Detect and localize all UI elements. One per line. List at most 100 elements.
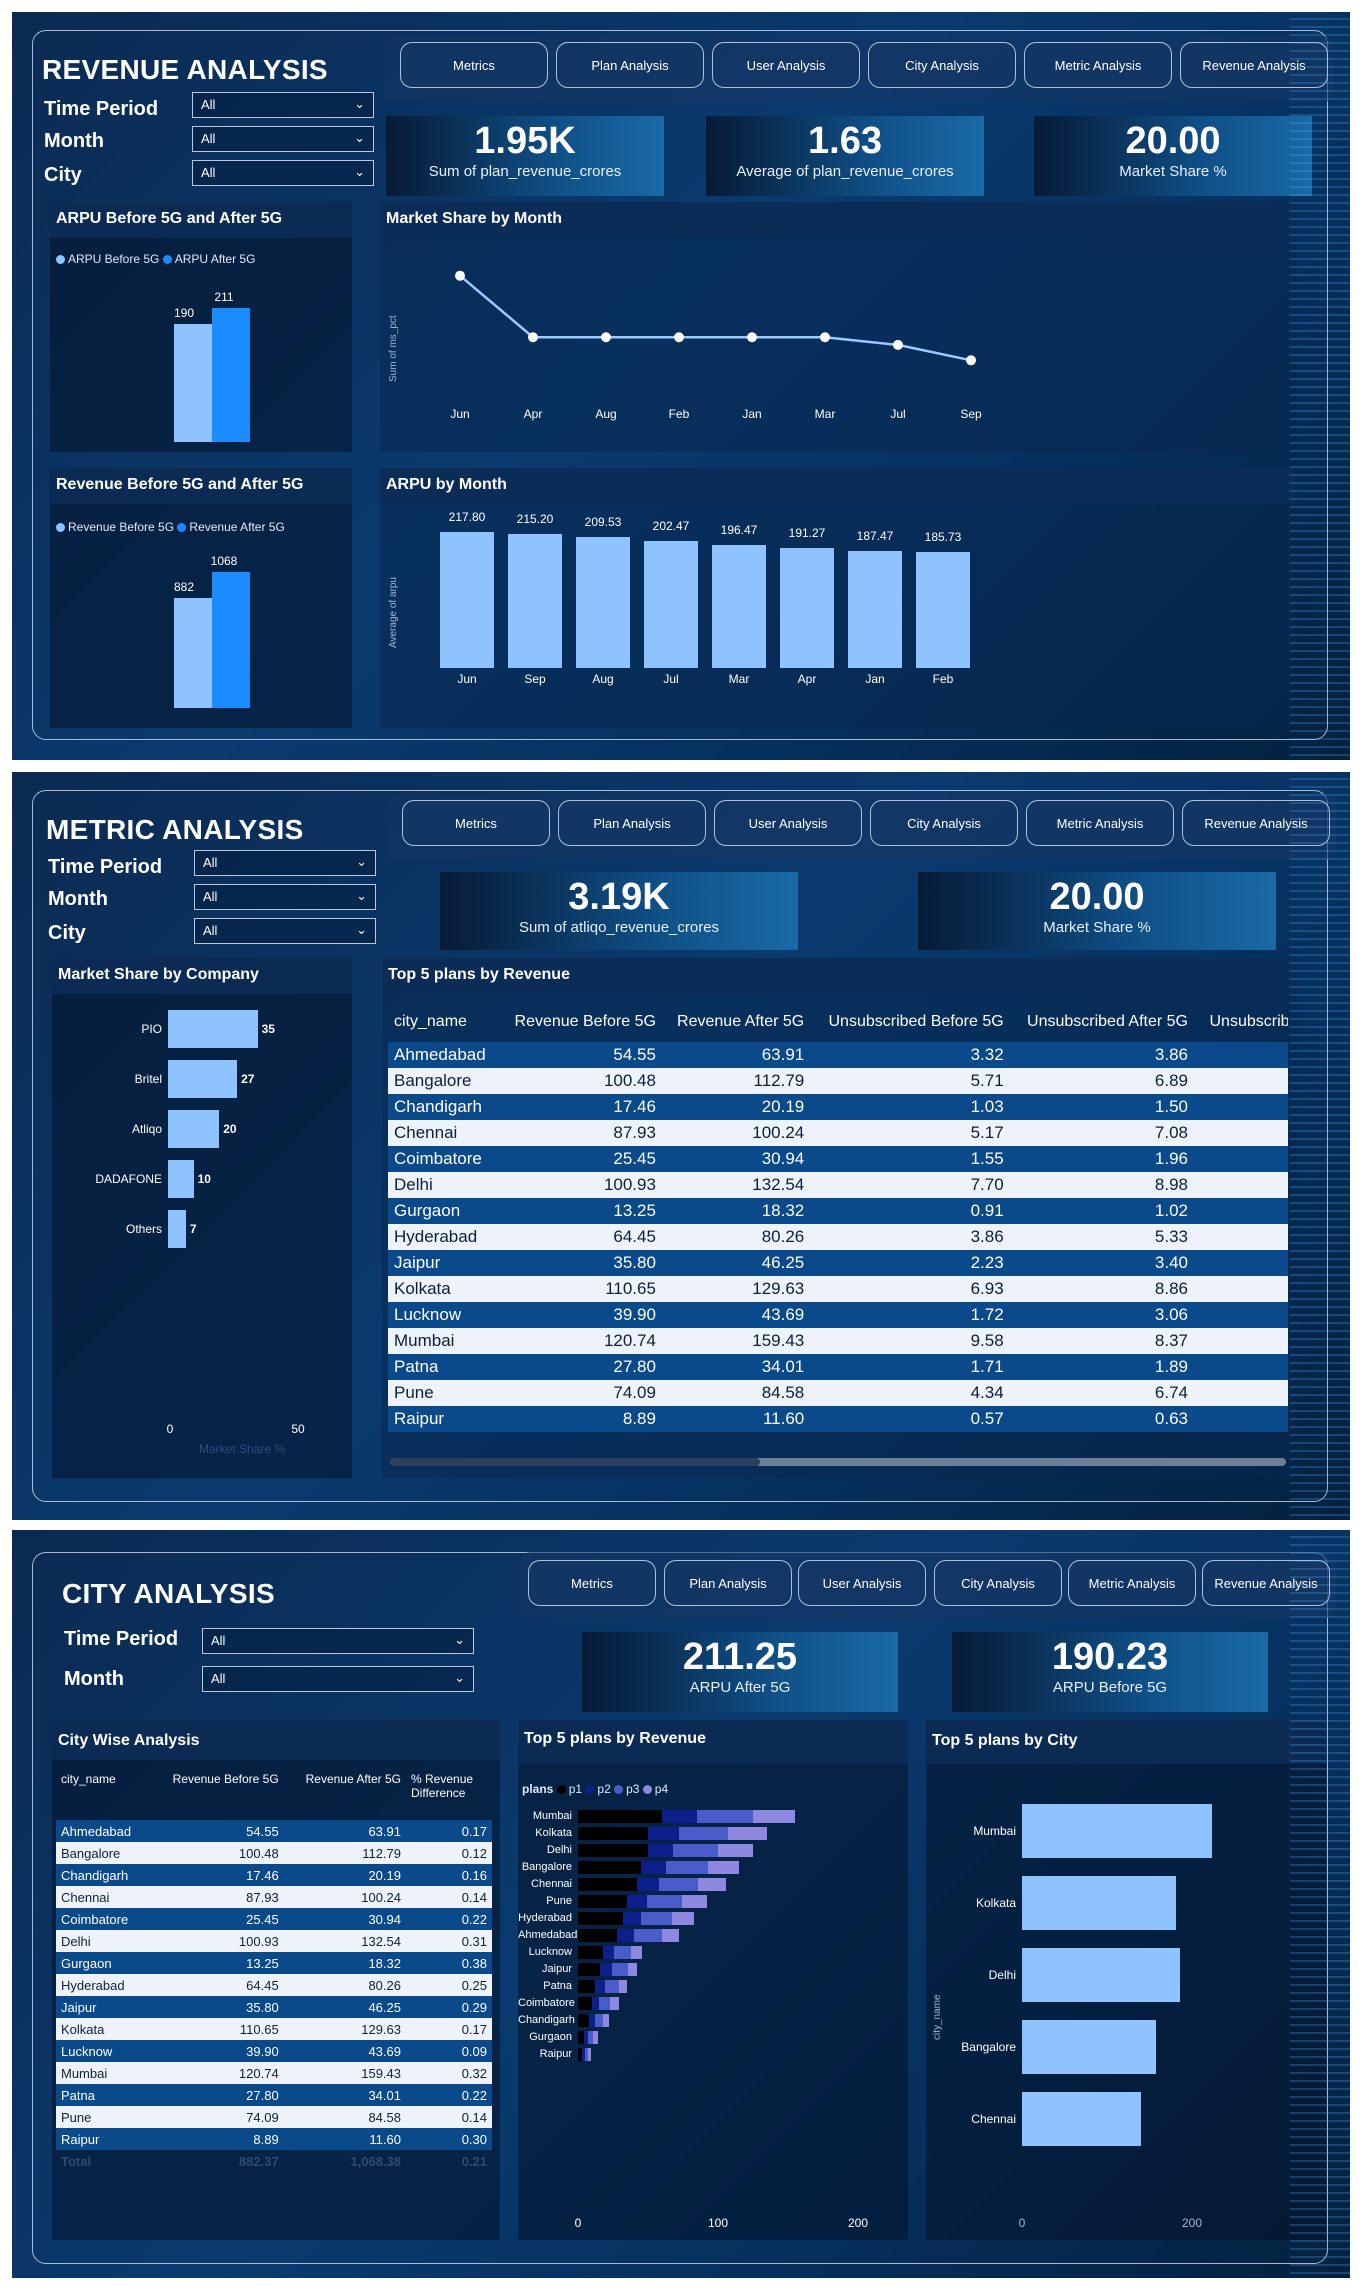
city-dropdown[interactable]: All ⌄ [192, 160, 374, 186]
bar-segment-p2[interactable] [627, 1895, 647, 1908]
nav-city-analysis[interactable]: City Analysis [868, 42, 1016, 88]
table-row[interactable]: Hyderabad 64.45 80.26 3.86 5.33 [388, 1224, 1288, 1250]
bar-segment-p2[interactable] [603, 1946, 615, 1959]
bar-segment-p1[interactable] [578, 1844, 648, 1857]
bar-segment-p4[interactable] [587, 2048, 591, 2061]
table-row[interactable]: Bangalore 100.48 112.79 0.12 [56, 1842, 492, 1864]
table-row[interactable]: Kolkata 110.65 129.63 0.17 [56, 2018, 492, 2040]
bar-segment-p1[interactable] [578, 1861, 641, 1874]
bar[interactable] [1022, 2092, 1142, 2146]
table-row[interactable]: Raipur 8.89 11.60 0.30 [56, 2128, 492, 2150]
column-header[interactable]: Revenue Before 5G [498, 1002, 661, 1042]
bar[interactable] [1022, 1948, 1180, 2002]
time-period-dropdown[interactable]: All ⌄ [202, 1628, 474, 1654]
table-row[interactable]: Jaipur 35.80 46.25 2.23 3.40 [388, 1250, 1288, 1276]
scrollbar-thumb[interactable] [390, 1458, 760, 1466]
data-point[interactable] [893, 339, 903, 350]
table-row[interactable]: Ahmedabad 54.55 63.91 0.17 [56, 1820, 492, 1842]
bar[interactable] [780, 548, 834, 668]
nav-user-analysis[interactable]: User Analysis [798, 1560, 926, 1606]
month-dropdown[interactable]: All ⌄ [194, 884, 376, 910]
table-row[interactable]: Patna 27.80 34.01 0.22 [56, 2084, 492, 2106]
table-row[interactable]: Chandigarh 17.46 20.19 1.03 1.50 [388, 1094, 1288, 1120]
bar-segment-p3[interactable] [678, 1827, 728, 1840]
bar[interactable] [168, 1160, 194, 1198]
bar-segment-p4[interactable] [681, 1895, 707, 1908]
bar-segment-p2[interactable] [594, 1980, 605, 1993]
bar-segment-p1[interactable] [578, 1980, 595, 1993]
bar-segment-p4[interactable] [698, 1878, 727, 1891]
bar-segment-p3[interactable] [641, 1912, 672, 1925]
bar-segment-p3[interactable] [666, 1861, 709, 1874]
bar-segment-p2[interactable] [617, 1929, 634, 1942]
nav-plan-analysis[interactable]: Plan Analysis [556, 42, 704, 88]
column-header[interactable]: city_name [388, 1002, 498, 1042]
bar-segment-p1[interactable] [578, 1963, 601, 1976]
bar-segment-p4[interactable] [631, 1946, 643, 1959]
nav-metrics[interactable]: Metrics [528, 1560, 656, 1606]
column-header[interactable]: Revenue After 5G [284, 1772, 406, 1820]
nav-user-analysis[interactable]: User Analysis [714, 800, 862, 846]
nav-city-analysis[interactable]: City Analysis [870, 800, 1018, 846]
column-header[interactable]: % Revenue Difference [406, 1772, 492, 1820]
bar-segment-p4[interactable] [610, 1997, 619, 2010]
bar-segment-p2[interactable] [662, 1810, 697, 1823]
month-dropdown[interactable]: All ⌄ [202, 1666, 474, 1692]
bar-segment-p2[interactable] [592, 1997, 599, 2010]
nav-metric-analysis[interactable]: Metric Analysis [1026, 800, 1174, 846]
table-row[interactable]: Pune 74.09 84.58 4.34 6.74 [388, 1380, 1288, 1406]
bar-segment-p3[interactable] [646, 1895, 682, 1908]
nav-revenue-analysis[interactable]: Revenue Analysis [1202, 1560, 1330, 1606]
bar[interactable] [576, 537, 630, 668]
bar-segment-p4[interactable] [603, 2014, 609, 2027]
bar-segment-p4[interactable] [662, 1929, 679, 1942]
column-header[interactable]: city_name [56, 1772, 149, 1820]
bar-segment-p4[interactable] [718, 1844, 753, 1857]
bar-segment-p1[interactable] [578, 1810, 662, 1823]
bar-segment-p4[interactable] [618, 1980, 627, 1993]
bar[interactable] [168, 1210, 186, 1248]
bar[interactable] [440, 531, 494, 668]
column-header[interactable]: Revenue Before 5G [149, 1772, 284, 1820]
nav-revenue-analysis[interactable]: Revenue Analysis [1180, 42, 1328, 88]
table-row[interactable]: Chennai 87.93 100.24 0.14 [56, 1886, 492, 1908]
bar[interactable] [1022, 1876, 1177, 1930]
column-header[interactable]: Unsubscribed Before 5G [810, 1002, 1009, 1042]
bar-segment-p2[interactable] [636, 1878, 660, 1891]
bar-segment-p1[interactable] [578, 1997, 592, 2010]
table-row[interactable]: Gurgaon 13.25 18.32 0.38 [56, 1952, 492, 1974]
table-row[interactable]: Delhi 100.93 132.54 0.31 [56, 1930, 492, 1952]
table-row[interactable]: Coimbatore 25.45 30.94 1.55 1.96 [388, 1146, 1288, 1172]
column-header[interactable]: Unsubscribed After 5G [1010, 1002, 1194, 1042]
bar-segment-p3[interactable] [697, 1810, 753, 1823]
table-row[interactable]: Gurgaon 13.25 18.32 0.91 1.02 [388, 1198, 1288, 1224]
bar-segment-p4[interactable] [753, 1810, 795, 1823]
bar-segment-p2[interactable] [622, 1912, 641, 1925]
nav-metrics[interactable]: Metrics [400, 42, 548, 88]
bar-segment-p4[interactable] [628, 1963, 637, 1976]
data-point[interactable] [674, 332, 684, 343]
time-period-dropdown[interactable]: All ⌄ [192, 92, 374, 118]
nav-metric-analysis[interactable]: Metric Analysis [1068, 1560, 1196, 1606]
bar-segment-p4[interactable] [593, 2031, 598, 2044]
nav-plan-analysis[interactable]: Plan Analysis [558, 800, 706, 846]
table-row[interactable]: Raipur 8.89 11.60 0.57 0.63 [388, 1406, 1288, 1432]
nav-metrics[interactable]: Metrics [402, 800, 550, 846]
table-row[interactable]: Chandigarh 17.46 20.19 0.16 [56, 1864, 492, 1886]
bar-segment-p1[interactable] [578, 1878, 637, 1891]
bar[interactable] [1022, 2020, 1157, 2074]
bar-segment-p2[interactable] [648, 1844, 674, 1857]
nav-metric-analysis[interactable]: Metric Analysis [1024, 42, 1172, 88]
column-header[interactable]: Revenue After 5G [662, 1002, 810, 1042]
data-point[interactable] [455, 270, 465, 281]
data-point[interactable] [601, 332, 611, 343]
table-row[interactable]: Chennai 87.93 100.24 5.17 7.08 [388, 1120, 1288, 1146]
data-point[interactable] [966, 355, 976, 366]
table-row[interactable]: Hyderabad 64.45 80.26 0.25 [56, 1974, 492, 1996]
bar-segment-p3[interactable] [599, 1997, 611, 2010]
table-row[interactable]: Coimbatore 25.45 30.94 0.22 [56, 1908, 492, 1930]
bar[interactable] [508, 533, 562, 668]
table-row[interactable]: Pune 74.09 84.58 0.14 [56, 2106, 492, 2128]
bar-segment-p1[interactable] [578, 1929, 618, 1942]
table-row[interactable]: Kolkata 110.65 129.63 6.93 8.86 [388, 1276, 1288, 1302]
